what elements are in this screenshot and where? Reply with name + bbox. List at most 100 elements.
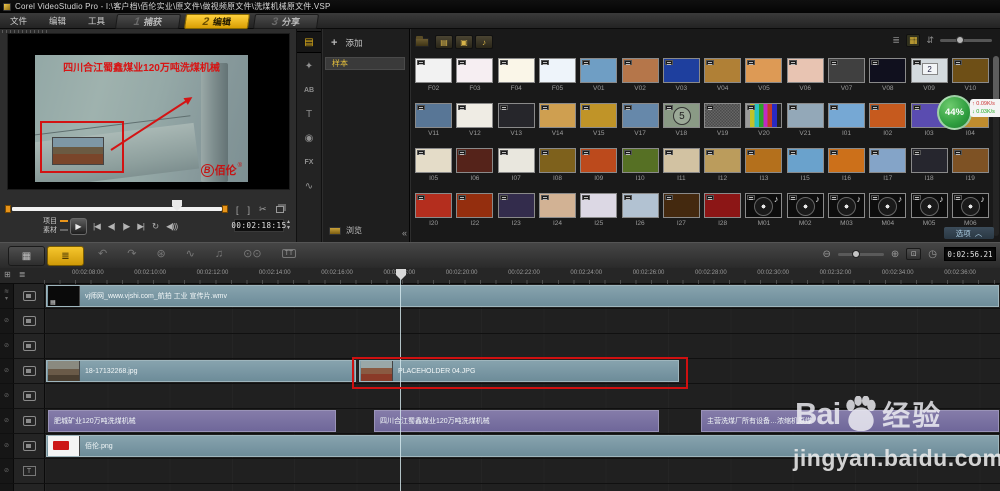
clock-icon[interactable]: ◷ (928, 249, 937, 260)
track-header[interactable] (13, 359, 44, 383)
track-header[interactable] (13, 409, 44, 433)
library-thumb[interactable]: 5 V18 (661, 101, 702, 146)
fit-timeline-button[interactable]: ⊡ (906, 248, 922, 260)
track-header[interactable]: T (13, 484, 44, 491)
library-thumb[interactable]: I28 (702, 191, 743, 236)
transition-icon[interactable]: ✦ (297, 55, 321, 77)
filter-photo-button[interactable]: ▣ (455, 35, 473, 49)
title-icon[interactable]: T (297, 103, 321, 125)
library-thumb[interactable]: ♪ M03 (826, 191, 867, 236)
previous-frame-button[interactable]: ◀| (108, 221, 116, 232)
track-lock-cell[interactable]: ≋ ▾ (0, 284, 13, 308)
track-content[interactable] (44, 309, 1000, 333)
library-thumb[interactable]: I17 (867, 146, 908, 191)
library-thumb[interactable]: F02 (413, 56, 454, 101)
track-lock-icon[interactable]: ⊘ (4, 368, 9, 375)
library-thumb[interactable]: I10 (619, 146, 660, 191)
record-capture-icon[interactable]: ⊛ (156, 247, 165, 260)
library-thumb[interactable]: 2 V09 (908, 56, 949, 101)
step-tab-捕获[interactable]: 1 捕获 (114, 13, 182, 29)
track-content[interactable] (44, 459, 1000, 483)
library-thumb[interactable]: I22 (454, 191, 495, 236)
menu-item[interactable]: 编辑 (45, 14, 70, 28)
track-content[interactable]: 佰伦.png (44, 434, 1000, 458)
mode-clip-label[interactable]: 素材 (43, 227, 57, 234)
storyboard-view-button[interactable]: ▦ (8, 246, 45, 266)
add-icon[interactable]: + (331, 37, 337, 49)
track-manager-icon[interactable]: ⊞ (4, 270, 11, 279)
track-list-icon[interactable]: ≣ (19, 270, 26, 279)
timeline-clip[interactable]: vj师网_www.vjshi.com_航拍 工业 宣传片.wmv (46, 285, 999, 307)
library-thumb[interactable]: V15 (578, 101, 619, 146)
trim-handle-end[interactable] (222, 205, 228, 213)
track-header[interactable] (13, 334, 44, 358)
timeline-clip[interactable]: 佰伦.png (46, 435, 999, 457)
library-thumb[interactable]: V13 (496, 101, 537, 146)
menu-item[interactable]: 文件 (6, 14, 31, 28)
network-speed-badge[interactable]: 44% (937, 95, 972, 130)
track-all-icon[interactable]: ≋ (4, 289, 9, 296)
track-lock-icon[interactable]: ⊘ (4, 468, 9, 475)
options-bar[interactable]: 选项 ︿ (944, 227, 994, 239)
library-thumb[interactable]: I24 (537, 191, 578, 236)
gallery-item-sample[interactable]: 样本 (325, 57, 405, 70)
timeline-zoom-slider[interactable] (837, 249, 884, 258)
filter-audio-button[interactable]: ♪ (475, 35, 493, 49)
library-thumb[interactable]: V07 (826, 56, 867, 101)
track-lock-cell[interactable]: ⊘ (0, 384, 13, 408)
timeline-clip[interactable]: 肥城矿业120万吨洗煤机械 (48, 410, 336, 432)
track-lock-cell[interactable]: ⊘ (0, 359, 13, 383)
library-thumb[interactable]: I07 (496, 146, 537, 191)
timecode-spinner[interactable]: ▲ ▼ (286, 219, 291, 231)
library-thumb[interactable]: I15 (785, 146, 826, 191)
library-thumb[interactable]: I18 (908, 146, 949, 191)
library-thumb[interactable]: ♪ M01 (743, 191, 784, 236)
home-button[interactable]: |◀ (93, 221, 101, 232)
track-lock-icon[interactable]: ⊘ (4, 318, 9, 325)
filter-icon[interactable]: FX (297, 151, 321, 173)
library-thumb[interactable]: I09 (578, 146, 619, 191)
library-thumb[interactable]: V03 (661, 56, 702, 101)
thumbnail-size-slider[interactable] (940, 36, 992, 44)
library-thumb[interactable]: I25 (578, 191, 619, 236)
fade-icon[interactable]: ⊙⊙ (243, 247, 261, 260)
track-content[interactable]: 肥城矿业120万吨洗煤机械 四川合江蜀鑫煤业120万吨洗煤机械 主营洗煤厂所有设备…… (44, 409, 1000, 433)
library-thumb[interactable]: I01 (826, 101, 867, 146)
path-icon[interactable]: ∿ (297, 175, 321, 197)
library-thumb[interactable]: I06 (454, 146, 495, 191)
volume-button[interactable]: ◀))) (166, 221, 178, 232)
track-header[interactable] (13, 309, 44, 333)
zoom-slider-knob[interactable] (851, 249, 860, 258)
grid-view-icon[interactable]: ▦ (905, 34, 921, 47)
mode-project-label[interactable]: 项目 (43, 218, 57, 225)
library-thumb[interactable]: I20 (413, 191, 454, 236)
track-header[interactable] (13, 384, 44, 408)
library-thumb[interactable]: I11 (661, 146, 702, 191)
mark-out-button[interactable]: ] (248, 205, 251, 215)
library-thumb[interactable]: V04 (702, 56, 743, 101)
library-thumb[interactable]: V12 (454, 101, 495, 146)
track-lock-icon[interactable]: ⊘ (4, 393, 9, 400)
track-lock-cell[interactable]: ⊘ (0, 409, 13, 433)
track-lock-cell[interactable]: ⊘ (0, 434, 13, 458)
step-tab-分享[interactable]: 3 分享 (252, 13, 320, 29)
library-thumb[interactable]: I26 (619, 191, 660, 236)
library-thumb[interactable]: V20 (743, 101, 784, 146)
split-clip-icon[interactable]: ✂ (259, 204, 267, 215)
library-thumb[interactable]: F05 (537, 56, 578, 101)
library-thumb[interactable]: V08 (867, 56, 908, 101)
preview-timecode[interactable]: 00:02:18:15 (231, 219, 286, 232)
add-folder-row[interactable]: + 添加 (331, 37, 362, 49)
track-content[interactable] (44, 484, 1000, 491)
library-thumb[interactable]: V06 (785, 56, 826, 101)
redo-icon[interactable]: ↷ (127, 247, 136, 260)
library-thumb[interactable]: V02 (619, 56, 660, 101)
mark-in-button[interactable]: [ (236, 205, 239, 215)
undo-icon[interactable]: ↶ (98, 247, 107, 260)
track-header[interactable] (13, 284, 44, 308)
timeline-clip[interactable]: 18-17132268.jpg (46, 360, 356, 382)
timeline-clip[interactable]: 四川合江蜀鑫煤业120万吨洗煤机械 (374, 410, 659, 432)
library-thumb[interactable]: V01 (578, 56, 619, 101)
sort-icon[interactable]: ⇵ (926, 35, 934, 46)
slider-knob[interactable] (956, 36, 964, 44)
